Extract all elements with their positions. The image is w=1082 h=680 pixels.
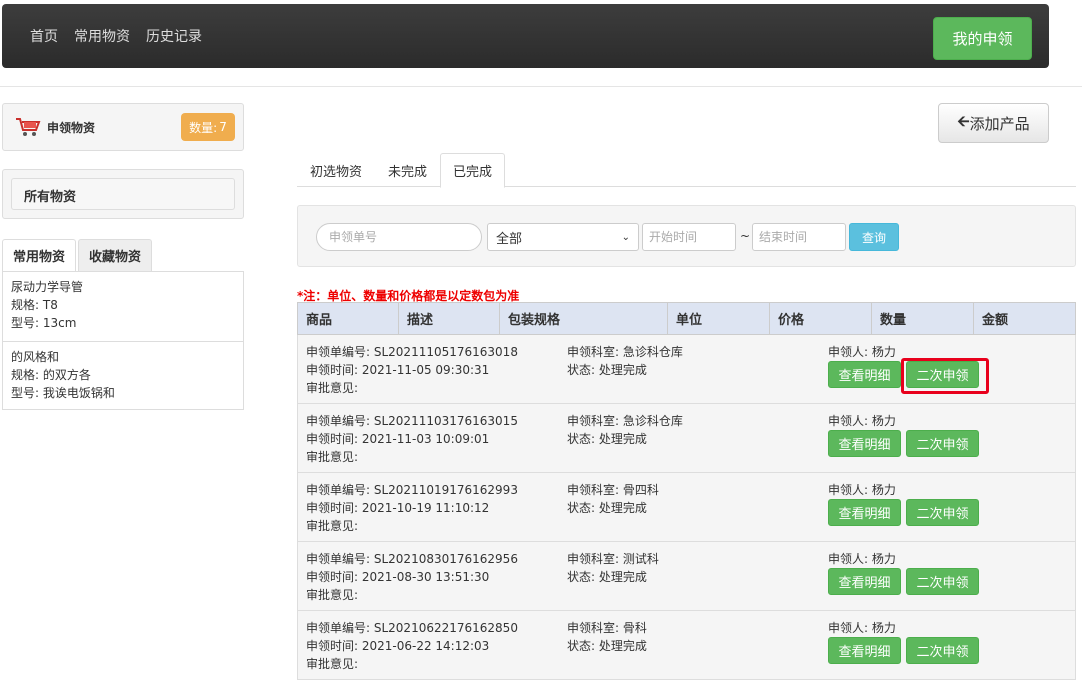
tab-preselected[interactable]: 初选物资 [297,153,375,187]
approval-opinion: 审批意见: [306,450,359,464]
add-product-button[interactable]: 🡨 添加产品 [938,103,1049,143]
approval-opinion: 审批意见: [306,519,359,533]
item-spec: 规格: T8 [11,298,58,312]
header-amount: 金额 [982,313,1009,328]
order-time: 申领时间: 2021-06-22 14:12:03 [306,639,490,653]
arrow-left-icon: 🡨 [957,111,970,130]
cart-icon [16,118,41,136]
header-product: 商品 [298,303,399,334]
department: 申领科室: 急诊科仓库 [567,414,683,428]
sidebar-tabs: 常用物资 收藏物资 [2,239,154,271]
divider [0,86,1082,87]
order-number: 申领单编号: SL20210622176162850 [306,621,518,635]
search-panel: 全部 ⌄ ~ 查询 [297,205,1076,267]
item-spec: 规格: 的双方各 [11,368,91,382]
reapply-button[interactable]: 二次申领 [906,499,979,526]
order-status: 状态: 处理完成 [567,363,647,377]
order-number: 申领单编号: SL20210830176162956 [306,552,518,566]
order-time: 申领时间: 2021-10-19 11:10:12 [306,501,490,515]
status-tabs: 初选物资 未完成 已完成 [297,153,1076,188]
applicant: 申领人: 杨力 [828,414,896,428]
order-number: 申领单编号: SL20211019176162993 [306,483,518,497]
all-items-panel: 所有物资 [2,169,244,219]
nav-history[interactable]: 历史记录 [146,26,202,46]
item-name: 的风格和 [11,350,60,364]
order-status: 状态: 处理完成 [567,639,647,653]
add-product-label: 添加产品 [969,114,1030,133]
table-row: 申领单编号: SL20211019176162993 申领时间: 2021-10-… [297,473,1076,542]
item-model: 型号: 我诶电饭锅和 [11,386,115,400]
order-time: 申领时间: 2021-11-03 10:09:01 [306,432,490,446]
table-header: 商品 描述 包装规格 单位 价格 数量 金额 [297,302,1076,335]
nav-links: 首页 常用物资 历史记录 [30,26,202,46]
header-quantity: 数量 [872,303,974,334]
reapply-button[interactable]: 二次申领 [906,430,979,457]
table-row: 申领单编号: SL20210830176162956 申领时间: 2021-08-… [297,542,1076,611]
header-price: 价格 [770,303,872,334]
table-row: 申领单编号: SL20210622176162850 申领时间: 2021-06-… [297,611,1076,680]
applicant: 申领人: 杨力 [828,483,896,497]
count-value: 7 [219,120,227,134]
applicant: 申领人: 杨力 [828,621,896,635]
item-name: 尿动力学导管 [11,280,84,294]
table-row: 申领单编号: SL20211103176163015 申领时间: 2021-11-… [297,404,1076,473]
approval-opinion: 审批意见: [306,381,359,395]
supply-list: 尿动力学导管 规格: T8 型号: 13cm 的风格和 规格: 的双方各 型号:… [2,271,244,410]
view-detail-button[interactable]: 查看明细 [828,361,901,388]
all-items-button[interactable]: 所有物资 [11,178,235,210]
count-label: 数量: [189,120,218,135]
view-detail-button[interactable]: 查看明细 [828,568,901,595]
top-navbar: 首页 常用物资 历史记录 我的申领 [2,4,1049,68]
tab-favorite-supplies[interactable]: 收藏物资 [78,239,153,271]
department: 申领科室: 骨科 [567,621,647,635]
approval-opinion: 审批意见: [306,588,359,602]
highlight-annotation [901,358,989,394]
order-status: 状态: 处理完成 [567,501,647,515]
chevron-down-icon: ⌄ [621,231,630,243]
status-select[interactable]: 全部 ⌄ [487,223,639,251]
approval-opinion: 审批意见: [306,657,359,671]
order-number: 申领单编号: SL20211103176163015 [306,414,518,428]
applicant: 申领人: 杨力 [828,345,896,359]
order-status: 状态: 处理完成 [567,570,647,584]
nav-common-supplies[interactable]: 常用物资 [74,26,130,46]
order-status: 状态: 处理完成 [567,432,647,446]
order-time: 申领时间: 2021-11-05 09:30:31 [306,363,490,377]
start-date-input[interactable] [642,223,736,251]
cart-title: 申领物资 [47,121,96,135]
order-number-input[interactable] [316,223,482,251]
cart-panel: 申领物资 数量: 7 [2,103,244,151]
list-item[interactable]: 的风格和 规格: 的双方各 型号: 我诶电饭锅和 [3,342,243,412]
department: 申领科室: 测试科 [567,552,659,566]
item-model: 型号: 13cm [11,316,77,330]
order-time: 申领时间: 2021-08-30 13:51:30 [306,570,490,584]
nav-home[interactable]: 首页 [30,26,58,46]
view-detail-button[interactable]: 查看明细 [828,430,901,457]
header-description: 描述 [399,303,500,334]
tab-completed[interactable]: 已完成 [440,153,506,188]
header-package-spec: 包装规格 [500,303,668,334]
view-detail-button[interactable]: 查看明细 [828,499,901,526]
department: 申领科室: 急诊科仓库 [567,345,683,359]
my-apply-button[interactable]: 我的申领 [933,17,1032,60]
view-detail-button[interactable]: 查看明细 [828,637,901,664]
status-select-value: 全部 [496,231,523,247]
applicant: 申领人: 杨力 [828,552,896,566]
count-badge[interactable]: 数量: 7 [181,113,235,141]
date-range-separator: ~ [740,229,751,243]
end-date-input[interactable] [752,223,846,251]
header-unit: 单位 [668,303,770,334]
order-number: 申领单编号: SL20211105176163018 [306,345,518,359]
list-item[interactable]: 尿动力学导管 规格: T8 型号: 13cm [3,272,243,342]
reapply-button[interactable]: 二次申领 [906,637,979,664]
query-button[interactable]: 查询 [849,223,899,251]
reapply-button[interactable]: 二次申领 [906,568,979,595]
tab-incomplete[interactable]: 未完成 [375,153,440,187]
tab-common-supplies[interactable]: 常用物资 [2,239,77,271]
department: 申领科室: 骨四科 [567,483,659,497]
